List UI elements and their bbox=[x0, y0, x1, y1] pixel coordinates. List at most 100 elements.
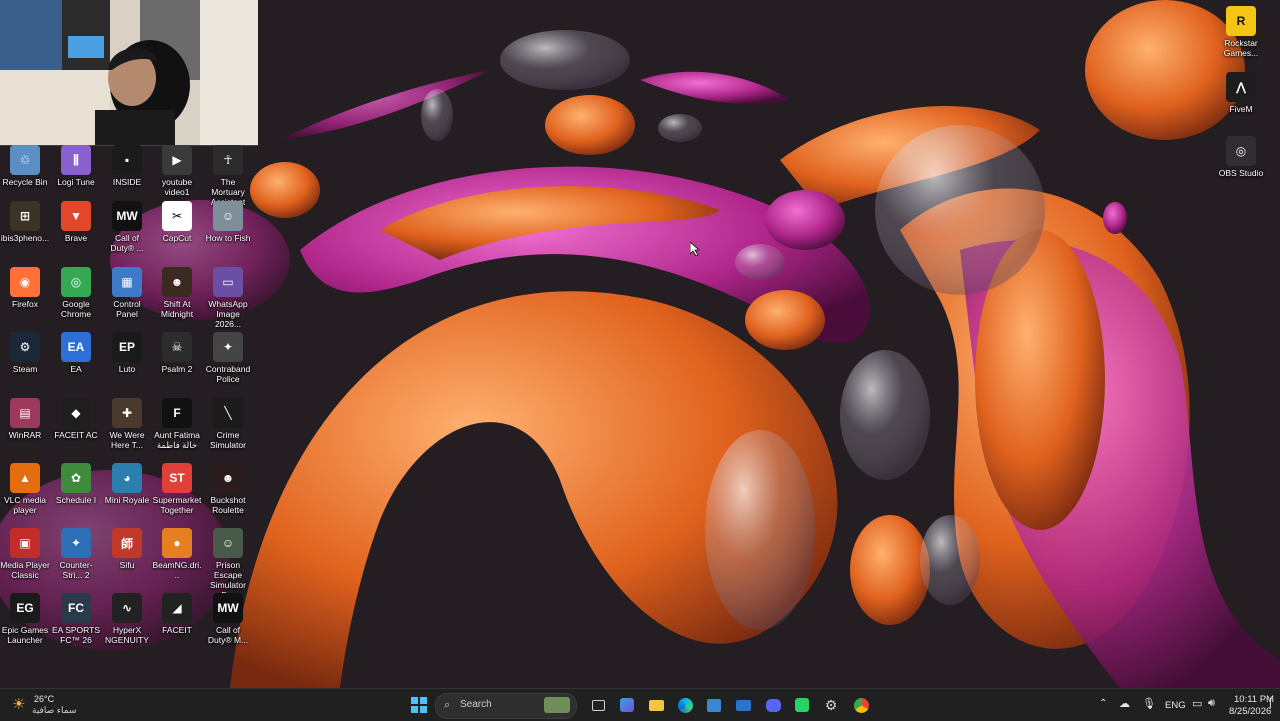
clock-date[interactable]: 8/25/2026 bbox=[1229, 706, 1271, 717]
desktop-icon[interactable]: ▭ WhatsApp Image 2026... bbox=[203, 267, 253, 329]
desktop-icon-label: Counter-Stri... 2 bbox=[59, 560, 93, 580]
beamng-icon: ● bbox=[162, 528, 192, 558]
taskbar-discord[interactable] bbox=[762, 694, 784, 716]
taskbar-search-box[interactable]: ⌕ Search bbox=[435, 693, 577, 719]
desktop-icon-label: Steam bbox=[12, 364, 38, 374]
desktop-icon[interactable]: ☺Prison Escape Simulator D... bbox=[203, 528, 253, 600]
desktop-icon[interactable]: ◢ FACEIT bbox=[152, 593, 202, 635]
crime-simulator-icon: ╲ bbox=[213, 398, 243, 428]
taskbar-chrome[interactable] bbox=[850, 694, 872, 716]
desktop-icon-label: OBS Studio bbox=[1218, 168, 1264, 178]
desktop-icon[interactable]: EP Luto bbox=[102, 332, 152, 374]
brave-icon: ▼ bbox=[61, 201, 91, 231]
desktop-icon[interactable]: ⊞ ibis3pheno... bbox=[0, 201, 50, 243]
edge-icon bbox=[677, 697, 693, 713]
taskbar-mail[interactable] bbox=[732, 694, 754, 716]
desktop-icon[interactable]: ✂ CapCut bbox=[152, 201, 202, 243]
desktop-icon[interactable]: ▲ VLC media player bbox=[0, 463, 50, 515]
weather-widget[interactable]: ☀ 26°C سماء صافية bbox=[12, 693, 82, 717]
desktop-icon-label: Supermarket Together bbox=[152, 495, 202, 515]
desktop-icon[interactable]: MW Call of Duty® M... bbox=[203, 593, 253, 645]
game-icon: ⊞ bbox=[10, 201, 40, 231]
desktop-icon[interactable]: ▶ youtube video1 bbox=[152, 145, 202, 197]
desktop-icon[interactable]: ◎ Google Chrome bbox=[51, 267, 101, 319]
desktop-icon-label: FiveM bbox=[1229, 104, 1253, 114]
desktop-icon[interactable]: R Rockstar Games... bbox=[1216, 6, 1266, 58]
task-view-button[interactable] bbox=[587, 694, 609, 716]
desktop-icon[interactable]: ▤ WinRAR bbox=[0, 398, 50, 440]
desktop-icon[interactable]: ◕ Mini Royale bbox=[102, 463, 152, 505]
obs-icon: ◎ bbox=[1226, 136, 1256, 166]
weather-sun-icon: ☀ bbox=[12, 696, 26, 713]
desktop-icon[interactable]: ☠ Psalm 2 bbox=[152, 332, 202, 374]
we-were-here-icon: ✚ bbox=[112, 398, 142, 428]
folder-icon bbox=[648, 699, 664, 711]
mortuary-icon: ☥ bbox=[213, 145, 243, 175]
vlc-icon: ▲ bbox=[10, 463, 40, 493]
language-indicator[interactable]: ENG bbox=[1165, 700, 1186, 711]
desktop-icon-label: EA SPORTS FC™ 26 bbox=[51, 625, 101, 645]
taskbar-file-explorer[interactable] bbox=[645, 694, 667, 716]
whatsapp-icon bbox=[795, 698, 809, 712]
desktop-icon-label: Epic Games Launcher bbox=[1, 625, 49, 645]
desktop-icon-label: Recycle Bin bbox=[2, 177, 48, 187]
start-button[interactable] bbox=[408, 694, 430, 716]
schedule-icon: ✿ bbox=[61, 463, 91, 493]
desktop-icon[interactable]: ⫼ Logi Tune bbox=[51, 145, 101, 187]
desktop-icon[interactable]: ☻ Shift At Midnight bbox=[152, 267, 202, 319]
desktop-icon[interactable]: ▪ INSIDE bbox=[102, 145, 152, 187]
clock-time[interactable]: 10:11 PM bbox=[1234, 694, 1274, 705]
desktop-icon[interactable]: EG Epic Games Launcher bbox=[0, 593, 50, 645]
taskbar-edge[interactable] bbox=[674, 694, 696, 716]
desktop-icon[interactable]: F Aunt Fatima خالة فاطمة bbox=[152, 398, 202, 450]
desktop-icon[interactable]: ⋀ FiveM bbox=[1216, 72, 1266, 114]
search-icon: ⌕ bbox=[444, 699, 451, 711]
desktop-icon[interactable]: ▼ Brave bbox=[51, 201, 101, 243]
onedrive-icon[interactable]: ☁ bbox=[1119, 697, 1130, 710]
desktop-icon[interactable]: ∿ HyperX NGENUITY bbox=[102, 593, 152, 645]
widgets-button[interactable] bbox=[616, 694, 638, 716]
widgets-icon bbox=[620, 698, 634, 712]
mail-icon bbox=[735, 699, 751, 711]
microphone-icon[interactable]: 🎙︎ bbox=[1142, 697, 1156, 710]
show-hidden-icons-chevron-icon[interactable]: ⌃ bbox=[1099, 698, 1107, 709]
volume-icon[interactable]: 🔊︎ bbox=[1208, 697, 1215, 710]
desktop-icon[interactable]: ✚ We Were Here T... bbox=[102, 398, 152, 450]
desktop-icon[interactable]: 師 Sifu bbox=[102, 528, 152, 570]
desktop-icon[interactable]: ◎ OBS Studio bbox=[1216, 136, 1266, 178]
network-icon[interactable]: ▭ bbox=[1192, 697, 1202, 710]
desktop-icon-label: Schedule I bbox=[55, 495, 97, 505]
desktop-icon[interactable]: FC EA SPORTS FC™ 26 bbox=[51, 593, 101, 645]
desktop-icon[interactable]: ● BeamNG.dri... bbox=[152, 528, 202, 580]
desktop-icon[interactable]: ✿ Schedule I bbox=[51, 463, 101, 505]
webcam-feed-image bbox=[0, 0, 258, 145]
desktop-icon[interactable]: ◆ FACEIT AC bbox=[51, 398, 101, 440]
cs2-icon: ✦ bbox=[61, 528, 91, 558]
taskbar-steam[interactable]: ⚙ bbox=[820, 694, 842, 716]
desktop-icon[interactable]: ☻ Buckshot Roulette bbox=[203, 463, 253, 515]
taskbar-store[interactable] bbox=[703, 694, 725, 716]
control-panel-icon: ▦ bbox=[112, 267, 142, 297]
chrome-icon bbox=[853, 697, 869, 713]
desktop-icon[interactable]: ╲ Crime Simulator bbox=[203, 398, 253, 450]
desktop-icon[interactable]: ♲ Recycle Bin bbox=[0, 145, 50, 187]
desktop-icon-label: Call of Duty® ... bbox=[110, 233, 144, 253]
desktop-icon[interactable]: ☺ How to Fish bbox=[203, 201, 253, 243]
desktop-icon[interactable]: MW Call of Duty® ... bbox=[102, 201, 152, 253]
psalm-icon: ☠ bbox=[162, 332, 192, 362]
desktop-icon[interactable]: ✦ Contraband Police bbox=[203, 332, 253, 384]
desktop-icon[interactable]: ✦ Counter-Stri... 2 bbox=[51, 528, 101, 580]
windows-logo-icon bbox=[411, 697, 427, 713]
desktop-icon[interactable]: ☥The Mortuary Assistant bbox=[203, 145, 253, 207]
desktop-icon[interactable]: ⚙ Steam bbox=[0, 332, 50, 374]
notification-bell-icon[interactable]: ▏ bbox=[1270, 698, 1277, 709]
taskbar-whatsapp[interactable] bbox=[791, 694, 813, 716]
mouse-cursor bbox=[690, 242, 700, 256]
epic-icon: EP bbox=[112, 332, 142, 362]
desktop-icon[interactable]: ◉ Firefox bbox=[0, 267, 50, 309]
desktop-icon[interactable]: EA EA bbox=[51, 332, 101, 374]
desktop-icon-label: Mini Royale bbox=[104, 495, 150, 505]
desktop-icon[interactable]: ▦ Control Panel bbox=[102, 267, 152, 319]
desktop-icon[interactable]: ▣ Media Player Classic bbox=[0, 528, 50, 580]
desktop-icon[interactable]: ST Supermarket Together bbox=[152, 463, 202, 515]
